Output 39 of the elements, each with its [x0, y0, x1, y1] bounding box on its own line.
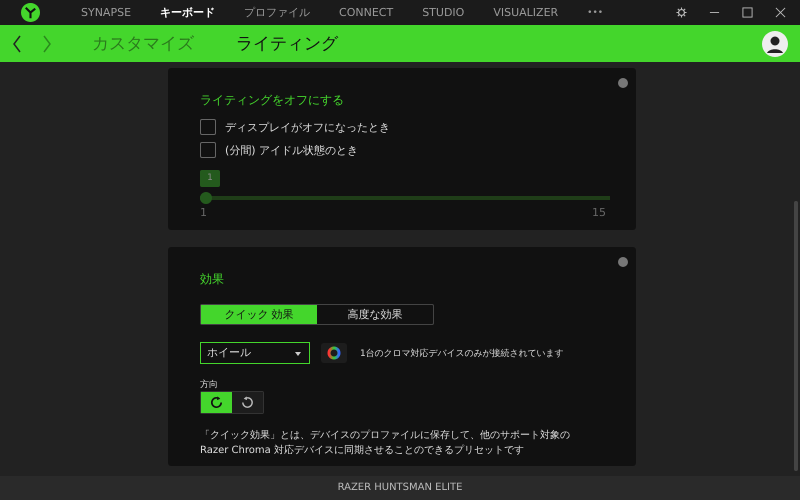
- slider-value: 1: [200, 170, 220, 187]
- maximize-icon[interactable]: [742, 7, 753, 18]
- effect-tab[interactable]: 高度な効果: [317, 305, 433, 324]
- device-note: 1台のクロマ対応デバイスのみが接続されています: [360, 348, 564, 360]
- counterclockwise-arrow-icon: [240, 395, 255, 410]
- logo-icon[interactable]: [21, 3, 40, 22]
- more-button[interactable]: •••: [587, 8, 604, 18]
- nav-tab[interactable]: SYNAPSE: [81, 6, 132, 19]
- help-icon[interactable]: [618, 257, 628, 267]
- checkbox[interactable]: [200, 142, 216, 158]
- device-name: RAZER HUNTSMAN ELITE: [0, 476, 800, 500]
- color-wheel-button[interactable]: [321, 343, 347, 363]
- color-wheel-icon: [327, 346, 341, 360]
- nav-tab[interactable]: CONNECT: [339, 6, 394, 19]
- settings-icon[interactable]: [676, 7, 687, 18]
- close-icon[interactable]: [775, 7, 786, 18]
- section-title: 効果: [200, 271, 225, 288]
- counterclockwise-button[interactable]: [232, 392, 263, 413]
- slider-max: 15: [592, 206, 606, 219]
- nav-tab[interactable]: プロファイル: [244, 5, 310, 20]
- scrollbar[interactable]: [794, 201, 798, 471]
- nav-tab[interactable]: キーボード: [160, 5, 216, 20]
- nav-tab[interactable]: VISUALIZER: [493, 6, 558, 19]
- sub-tab[interactable]: ライティング: [236, 32, 338, 55]
- nav-tab[interactable]: STUDIO: [422, 6, 464, 19]
- avatar-icon[interactable]: [762, 30, 788, 56]
- help-icon[interactable]: [618, 78, 628, 88]
- back-icon[interactable]: [12, 34, 22, 54]
- clockwise-arrow-icon: [209, 395, 224, 410]
- section-title: ライティングをオフにする: [200, 92, 345, 109]
- effect-dropdown[interactable]: ホイール: [200, 342, 310, 364]
- description: 「クイック効果」とは、デバイスのプロファイルに保存して、他のサポート対象の Razer Chroma 対応デバイスに同期させることのできるプリセットです: [200, 428, 571, 458]
- checkbox[interactable]: [200, 119, 216, 135]
- clockwise-button[interactable]: [201, 392, 232, 413]
- direction-label: 方向: [200, 378, 219, 391]
- effect-tab[interactable]: クイック 効果: [201, 305, 317, 324]
- slider-min: 1: [200, 206, 207, 219]
- checkbox-label: (分間) アイドル状態のとき: [225, 142, 358, 158]
- checkbox-label: ディスプレイがオフになったとき: [225, 120, 390, 134]
